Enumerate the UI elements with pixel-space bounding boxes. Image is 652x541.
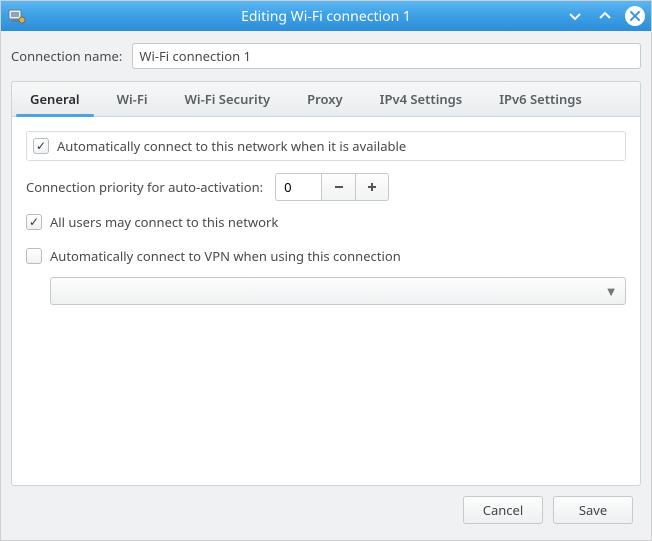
tab-wifi[interactable]: Wi-Fi bbox=[99, 82, 167, 116]
priority-increment[interactable] bbox=[355, 173, 389, 201]
tab-panel-general: Automatically connect to this network wh… bbox=[11, 116, 641, 486]
spacer bbox=[26, 317, 626, 475]
vpn-select[interactable]: ▼ bbox=[50, 277, 626, 305]
priority-spin bbox=[275, 173, 389, 201]
tab-ipv4[interactable]: IPv4 Settings bbox=[362, 82, 482, 116]
connection-name-row: Connection name: Wi-Fi connection 1 bbox=[11, 43, 641, 69]
window-buttons bbox=[565, 6, 645, 26]
tab-general[interactable]: General bbox=[12, 82, 99, 116]
priority-input[interactable] bbox=[275, 173, 321, 201]
titlebar: Editing Wi-Fi connection 1 bbox=[1, 1, 651, 31]
connection-name-label: Connection name: bbox=[11, 47, 122, 65]
plus-icon bbox=[366, 181, 378, 193]
close-button[interactable] bbox=[625, 6, 645, 26]
priority-row: Connection priority for auto-activation: bbox=[26, 173, 626, 201]
auto-connect-row[interactable]: Automatically connect to this network wh… bbox=[26, 131, 626, 161]
minimize-button[interactable] bbox=[565, 6, 585, 26]
save-button[interactable]: Save bbox=[553, 496, 633, 524]
app-icon bbox=[7, 6, 27, 26]
chevron-down-icon: ▼ bbox=[607, 284, 615, 298]
connection-name-input[interactable]: Wi-Fi connection 1 bbox=[132, 43, 641, 69]
connection-name-value: Wi-Fi connection 1 bbox=[139, 47, 251, 65]
tab-proxy[interactable]: Proxy bbox=[289, 82, 362, 116]
auto-connect-checkbox[interactable] bbox=[33, 138, 49, 154]
all-users-label: All users may connect to this network bbox=[50, 213, 278, 231]
window-title: Editing Wi-Fi connection 1 bbox=[1, 7, 651, 26]
auto-connect-label: Automatically connect to this network wh… bbox=[57, 137, 406, 155]
all-users-row[interactable]: All users may connect to this network bbox=[26, 213, 626, 231]
maximize-button[interactable] bbox=[595, 6, 615, 26]
cancel-button[interactable]: Cancel bbox=[463, 496, 543, 524]
all-users-checkbox[interactable] bbox=[26, 214, 42, 230]
auto-vpn-label: Automatically connect to VPN when using … bbox=[50, 247, 401, 265]
minus-icon bbox=[333, 181, 345, 193]
dialog-buttons: Cancel Save bbox=[11, 486, 641, 532]
window: Editing Wi-Fi connection 1 Connection na… bbox=[0, 0, 652, 541]
content: Connection name: Wi-Fi connection 1 Gene… bbox=[1, 31, 651, 540]
auto-vpn-row[interactable]: Automatically connect to VPN when using … bbox=[26, 247, 626, 265]
tab-ipv6[interactable]: IPv6 Settings bbox=[481, 82, 601, 116]
priority-label: Connection priority for auto-activation: bbox=[26, 178, 263, 196]
auto-vpn-checkbox[interactable] bbox=[26, 248, 42, 264]
tab-wifi-security[interactable]: Wi-Fi Security bbox=[167, 82, 290, 116]
tab-bar: General Wi-Fi Wi-Fi Security Proxy IPv4 … bbox=[11, 81, 641, 116]
priority-decrement[interactable] bbox=[321, 173, 355, 201]
